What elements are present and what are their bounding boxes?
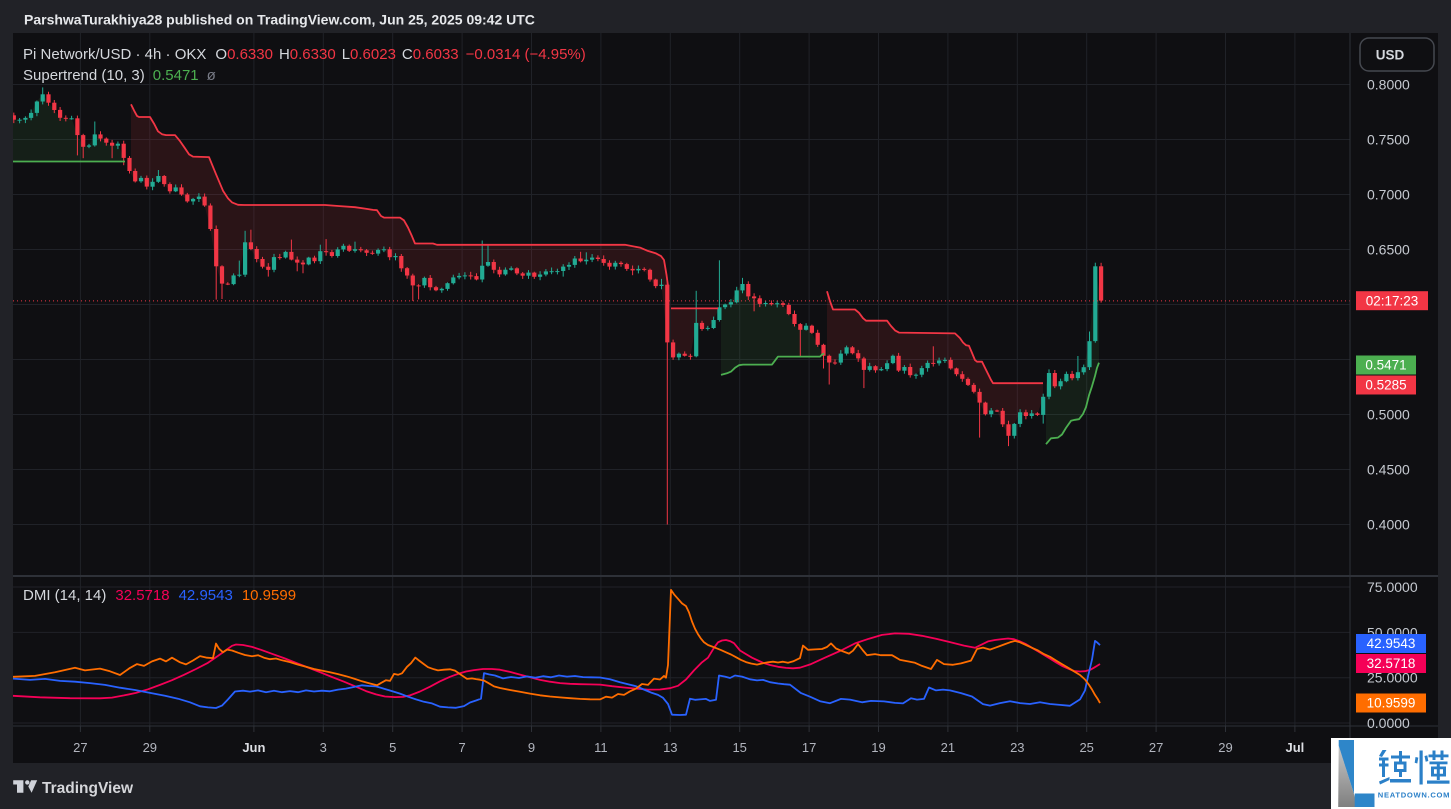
svg-text:USD: USD: [1376, 48, 1405, 63]
svg-text:21: 21: [941, 740, 955, 755]
svg-text:75.0000: 75.0000: [1367, 579, 1418, 595]
svg-text:0.5471: 0.5471: [1365, 358, 1406, 373]
svg-text:17: 17: [802, 740, 816, 755]
svg-text:0.5285: 0.5285: [1365, 378, 1406, 393]
svg-text:13: 13: [663, 740, 677, 755]
svg-text:9: 9: [528, 740, 535, 755]
svg-text:19: 19: [871, 740, 885, 755]
svg-text:29: 29: [143, 740, 157, 755]
svg-text:29: 29: [1218, 740, 1232, 755]
svg-text:0.6500: 0.6500: [1367, 242, 1410, 258]
svg-text:15: 15: [732, 740, 746, 755]
svg-text:5: 5: [389, 740, 396, 755]
svg-text:32.5718: 32.5718: [1367, 656, 1416, 671]
svg-text:TradingView: TradingView: [42, 780, 134, 797]
svg-text:0.7000: 0.7000: [1367, 187, 1410, 203]
svg-text:0.4500: 0.4500: [1367, 462, 1410, 478]
svg-text:0.4000: 0.4000: [1367, 517, 1410, 533]
svg-text:42.9543: 42.9543: [1367, 636, 1416, 651]
svg-text:0.8000: 0.8000: [1367, 77, 1410, 93]
svg-text:27: 27: [1149, 740, 1163, 755]
svg-text:23: 23: [1010, 740, 1024, 755]
svg-text:0.0000: 0.0000: [1367, 715, 1410, 731]
svg-text:10.9599: 10.9599: [1367, 696, 1416, 711]
svg-text:Jun: Jun: [242, 740, 265, 755]
svg-text:NEATDOWN.COM: NEATDOWN.COM: [1378, 791, 1450, 800]
svg-text:7: 7: [458, 740, 465, 755]
svg-text:02:17:23: 02:17:23: [1366, 293, 1419, 308]
svg-text:0.7500: 0.7500: [1367, 132, 1410, 148]
svg-text:ParshwaTurakhiya28 published o: ParshwaTurakhiya28 published on TradingV…: [24, 12, 535, 28]
svg-text:0.5000: 0.5000: [1367, 407, 1410, 423]
svg-text:DMI (14, 14)32.571842.954310.9: DMI (14, 14)32.571842.954310.9599: [23, 587, 296, 604]
svg-text:Jul: Jul: [1286, 740, 1305, 755]
svg-text:25: 25: [1079, 740, 1093, 755]
svg-text:Supertrend (10, 3)0.5471ø: Supertrend (10, 3)0.5471ø: [23, 67, 216, 84]
svg-text:3: 3: [320, 740, 327, 755]
svg-text:11: 11: [594, 740, 608, 755]
svg-text:Pi Network/USD · 4h · OKXO0.63: Pi Network/USD · 4h · OKXO0.6330H0.6330L…: [23, 46, 586, 63]
svg-text:27: 27: [73, 740, 87, 755]
